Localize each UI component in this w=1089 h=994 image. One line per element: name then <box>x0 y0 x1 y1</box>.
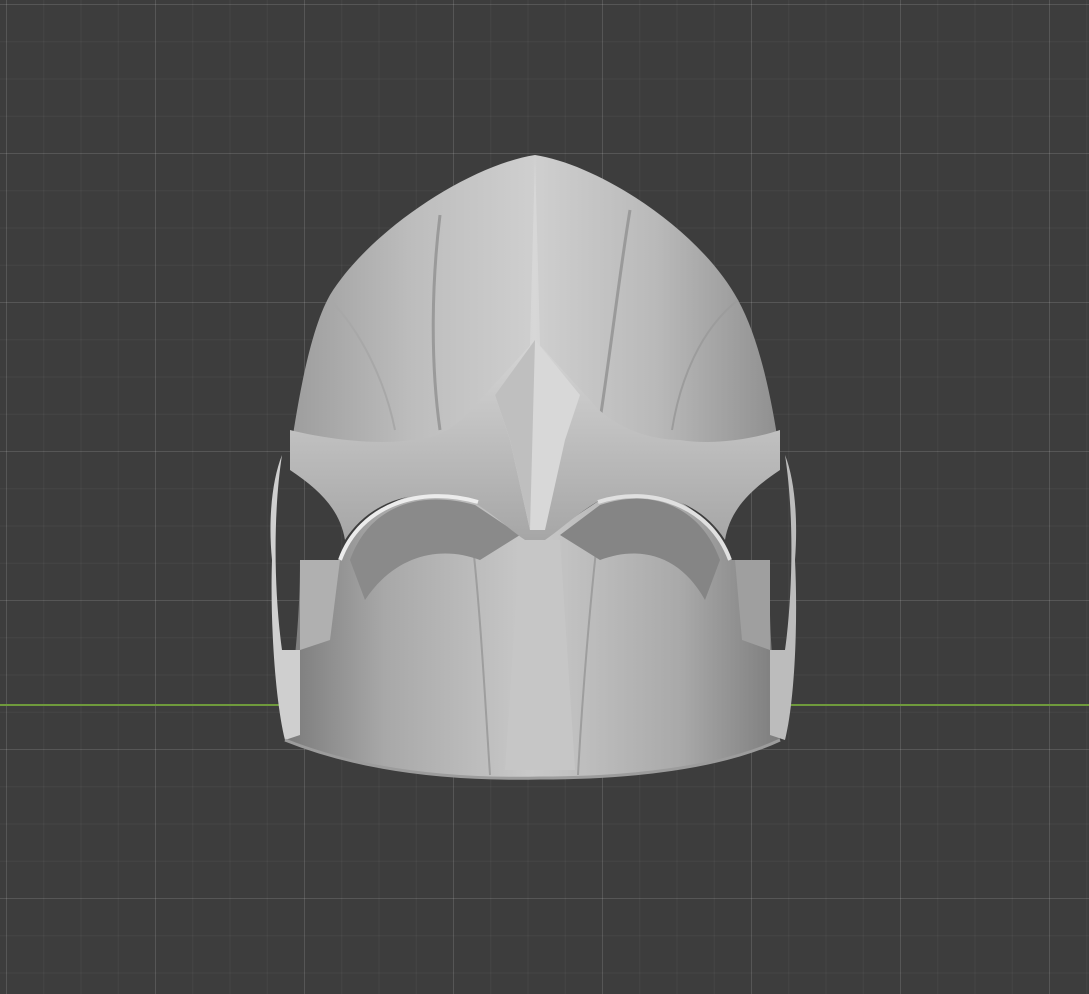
helmet-model[interactable] <box>0 0 1089 994</box>
side-plate-right <box>770 455 797 740</box>
side-plate-left <box>270 455 300 740</box>
3d-viewport[interactable] <box>0 0 1089 994</box>
